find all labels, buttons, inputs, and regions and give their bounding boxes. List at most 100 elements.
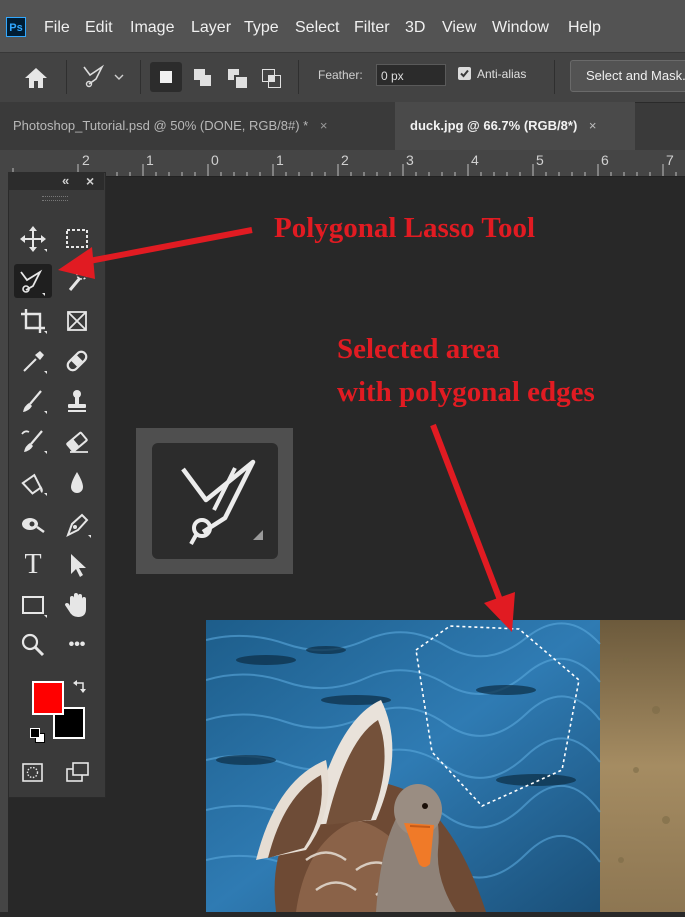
stamp-icon — [68, 390, 86, 412]
menu-type[interactable]: Type — [244, 17, 279, 39]
ruler-label: 1 — [276, 152, 284, 168]
ruler-label: 2 — [82, 152, 90, 168]
ruler-label: 3 — [406, 152, 414, 168]
menu-image[interactable]: Image — [130, 17, 174, 39]
more-tools-button[interactable]: ••• — [60, 628, 94, 662]
vertical-ruler — [0, 176, 8, 912]
brush-icon — [23, 390, 47, 414]
crop-tool[interactable] — [16, 304, 50, 338]
ruler-label: 6 — [601, 152, 609, 168]
tab-label: Photoshop_Tutorial.psd @ 50% (DONE, RGB/… — [13, 118, 309, 133]
rectangle-tool[interactable] — [16, 588, 50, 622]
ruler-label: 2 — [341, 152, 349, 168]
marquee-icon — [66, 229, 88, 248]
collapse-panel-icon[interactable]: « — [62, 172, 69, 190]
separator — [66, 60, 67, 94]
menu-edit[interactable]: Edit — [85, 17, 113, 39]
tool-preset-lasso-icon[interactable] — [80, 62, 128, 92]
move-tool[interactable] — [16, 222, 50, 256]
menu-select[interactable]: Select — [295, 17, 339, 39]
photoshop-logo-icon: Ps — [6, 17, 26, 37]
polygonal-lasso-icon — [20, 269, 45, 296]
duck-photo — [206, 620, 685, 912]
frame-icon — [67, 311, 87, 331]
menu-window[interactable]: Window — [492, 17, 549, 39]
dodge-tool[interactable] — [16, 508, 50, 542]
blur-icon — [71, 472, 83, 493]
add-to-selection-icon[interactable] — [190, 65, 216, 91]
tab-duck[interactable]: duck.jpg @ 66.7% (RGB/8*) × — [395, 102, 635, 150]
menu-filter[interactable]: Filter — [354, 17, 390, 39]
panel-grip[interactable] — [42, 196, 68, 201]
healing-brush-tool[interactable] — [60, 344, 94, 378]
blur-tool[interactable] — [60, 466, 94, 500]
menu-help[interactable]: Help — [568, 17, 601, 39]
healing-brush-icon — [66, 350, 88, 372]
polygonal-lasso-tool[interactable] — [14, 264, 52, 298]
ruler-label: 7 — [666, 152, 674, 168]
eraser-icon — [66, 431, 88, 453]
eyedropper-icon — [23, 351, 47, 374]
screen-mode-icon — [66, 762, 89, 782]
feather-label: Feather: — [318, 68, 363, 82]
history-brush-icon — [21, 430, 47, 454]
annotation-title: Polygonal Lasso Tool — [274, 212, 536, 244]
screen-mode-button[interactable] — [64, 760, 92, 786]
menu-file[interactable]: File — [44, 17, 70, 39]
separator — [140, 60, 141, 94]
feather-input[interactable]: 0 px — [376, 64, 446, 86]
hand-tool[interactable] — [60, 588, 94, 622]
annotation-selected-line1: Selected area — [337, 333, 500, 365]
intersect-selection-icon[interactable] — [258, 65, 284, 91]
path-select-icon — [71, 554, 86, 577]
history-brush-tool[interactable] — [16, 424, 50, 458]
menu-layer[interactable]: Layer — [191, 17, 231, 39]
quick-select-tool[interactable] — [60, 264, 94, 298]
anti-alias-checkbox[interactable] — [458, 67, 471, 80]
paint-bucket-tool[interactable] — [16, 466, 50, 500]
eyedropper-tool[interactable] — [16, 344, 50, 378]
pen-tool[interactable] — [60, 508, 94, 542]
polygonal-lasso-icon — [165, 452, 275, 552]
menu-view[interactable]: View — [442, 17, 476, 39]
crop-icon — [21, 309, 47, 334]
close-icon[interactable]: × — [320, 118, 328, 133]
paint-bucket-icon — [21, 473, 47, 496]
clone-stamp-tool[interactable] — [60, 384, 94, 418]
more-icon: ••• — [68, 636, 86, 653]
foreground-color-swatch[interactable] — [32, 681, 64, 715]
quick-mask-button[interactable] — [20, 760, 46, 786]
rectangle-icon — [22, 596, 47, 618]
ruler-label: 1 — [146, 152, 154, 168]
zoom-tool[interactable] — [16, 628, 50, 662]
dodge-icon — [22, 518, 45, 534]
swap-colors-icon[interactable] — [72, 680, 88, 696]
eraser-tool[interactable] — [60, 424, 94, 458]
move-icon — [20, 226, 47, 252]
pen-icon — [66, 513, 91, 538]
default-colors-icon[interactable] — [30, 728, 45, 743]
select-and-mask-button[interactable]: Select and Mask... — [570, 60, 685, 92]
anti-alias-label: Anti-alias — [477, 67, 527, 81]
ruler-label: 4 — [471, 152, 479, 168]
ruler-label: 5 — [536, 152, 544, 168]
new-selection-icon[interactable] — [150, 62, 182, 92]
quick-select-icon — [68, 270, 88, 291]
subtract-from-selection-icon[interactable] — [224, 65, 250, 91]
path-selection-tool[interactable] — [60, 548, 94, 582]
close-icon[interactable]: × — [589, 118, 597, 133]
ruler-label: 0 — [211, 152, 219, 168]
annotation-selected-line2: with polygonal edges — [337, 376, 595, 408]
home-icon[interactable] — [22, 64, 50, 92]
separator — [554, 60, 555, 94]
menu-3d[interactable]: 3D — [405, 17, 425, 39]
brush-tool[interactable] — [16, 384, 50, 418]
marquee-tool[interactable] — [60, 222, 94, 256]
tab-photoshop-tutorial[interactable]: Photoshop_Tutorial.psd @ 50% (DONE, RGB/… — [0, 102, 395, 150]
zoom-icon — [21, 633, 45, 657]
close-panel-icon[interactable]: × — [86, 172, 94, 190]
type-tool[interactable]: T — [16, 548, 50, 582]
quick-mask-icon — [22, 763, 43, 782]
frame-tool[interactable] — [60, 304, 94, 338]
hand-icon — [65, 593, 86, 617]
